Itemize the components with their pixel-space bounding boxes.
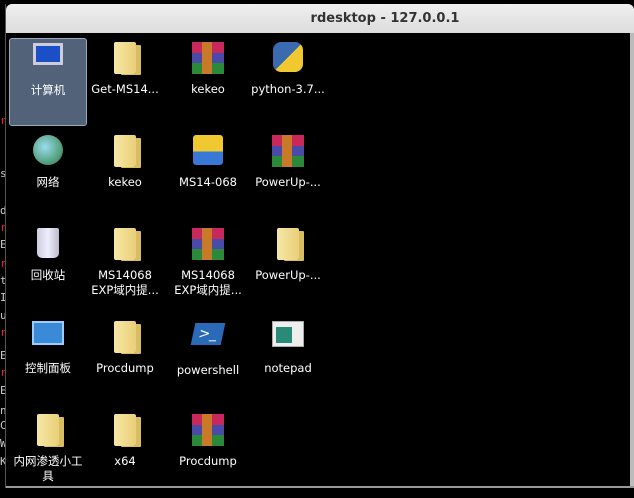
desktop-icon[interactable]: Procdump [169, 410, 247, 498]
desktop-icon-label: 网络 [36, 175, 60, 189]
desktop-icon-label: Procdump [96, 361, 154, 375]
winrar-archive-icon [191, 228, 225, 262]
folder-icon [271, 228, 305, 262]
folder-icon [31, 414, 65, 448]
desktop-icon[interactable]: 内网渗透小工具 [9, 410, 87, 498]
desktop-icon[interactable]: kekeo [169, 38, 247, 126]
desktop-icon[interactable]: MS14-068 [169, 131, 247, 219]
desktop-icon[interactable]: 回收站 [9, 224, 87, 312]
folder-icon [108, 42, 142, 76]
desktop-icon-label: python-3.7... [251, 82, 325, 96]
python-installer-icon [271, 42, 305, 76]
recycle-bin-icon [31, 228, 65, 262]
desktop-icon-label: kekeo [108, 175, 142, 189]
desktop-icon-label: 内网渗透小工具 [13, 454, 83, 483]
desktop-icon-label: PowerUp-... [255, 175, 321, 189]
folder-icon [108, 414, 142, 448]
control-panel-icon [31, 321, 65, 355]
desktop-icon[interactable]: >_ powershell [169, 317, 247, 405]
folder-icon [108, 228, 142, 262]
folder-icon [108, 321, 142, 355]
desktop-icon[interactable]: Get-MS14... [86, 38, 164, 126]
desktop-icon[interactable]: x64 [86, 410, 164, 498]
desktop-icon-label: MS14068 EXP域内提... [174, 268, 242, 297]
desktop-icon-label: x64 [114, 454, 136, 468]
desktop-icon[interactable]: MS14068 EXP域内提... [86, 224, 164, 312]
desktop-icon-label: kekeo [191, 82, 225, 96]
desktop-icon-label: Procdump [179, 454, 237, 468]
winrar-archive-icon [271, 135, 305, 169]
desktop-icon[interactable]: MS14068 EXP域内提... [169, 224, 247, 312]
window-title[interactable]: rdesktop - 127.0.0.1 [6, 4, 634, 33]
rdesktop-window: rdesktop - 127.0.0.1 计算机 Get-MS14... kekeo… [5, 4, 634, 488]
desktop-icon-label: Get-MS14... [91, 82, 159, 96]
remote-desktop: 计算机 Get-MS14... kekeo python-3.7... 网络 kekeo M… [6, 33, 630, 486]
desktop-icon[interactable]: PowerUp-... [249, 131, 327, 219]
winrar-archive-icon [191, 414, 225, 448]
desktop-icon[interactable]: 控制面板 [9, 317, 87, 405]
desktop-icon[interactable]: PowerUp-... [249, 224, 327, 312]
desktop-icon[interactable]: 计算机 [9, 38, 87, 126]
desktop-icon-label: MS14068 EXP域内提... [91, 268, 159, 297]
window-border [630, 33, 634, 488]
desktop-icon[interactable]: 网络 [9, 131, 87, 219]
desktop-icon[interactable]: notepad [249, 317, 327, 405]
network-icon [31, 135, 65, 169]
desktop-icon-label: notepad [264, 361, 312, 375]
desktop-icon-label: 回收站 [30, 268, 66, 282]
desktop-icon[interactable]: python-3.7... [249, 38, 327, 126]
powershell-icon: >_ [190, 323, 226, 357]
desktop-icon-label: 计算机 [30, 83, 66, 97]
python-script-icon [191, 135, 225, 169]
computer-icon [31, 43, 65, 77]
desktop-icon-label: powershell [176, 363, 240, 377]
notepad-icon [271, 321, 305, 355]
winrar-archive-icon [191, 42, 225, 76]
desktop-icon-label: 控制面板 [25, 361, 71, 375]
desktop-icon[interactable]: kekeo [86, 131, 164, 219]
desktop-icon[interactable]: Procdump [86, 317, 164, 405]
desktop-icon-label: MS14-068 [179, 175, 237, 189]
desktop-icon-label: PowerUp-... [255, 268, 321, 282]
folder-icon [108, 135, 142, 169]
